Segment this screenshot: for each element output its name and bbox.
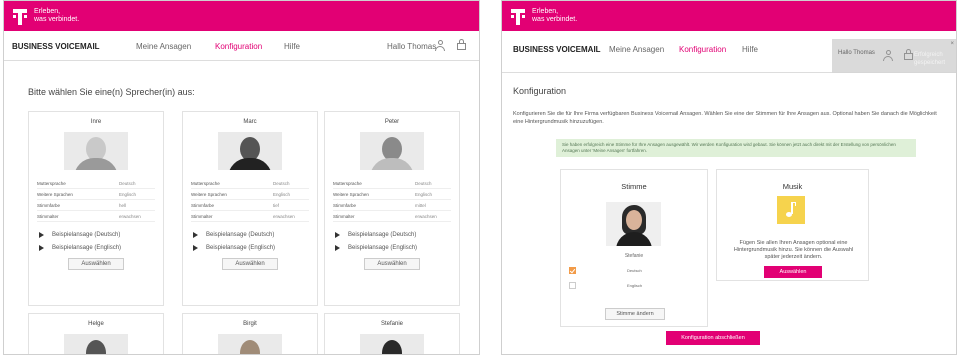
speaker-attributes: Muttersprache Deutsch Weitere Sprachen Eng…: [37, 178, 155, 222]
language-checkbox-en[interactable]: [569, 282, 576, 289]
telekom-logo-icon[interactable]: [13, 6, 27, 26]
telekom-logo-icon[interactable]: [511, 6, 525, 26]
right-screen: Erleben, was verbindet. BUSINESS VOICEMA…: [501, 0, 957, 355]
speaker-card: Peter Muttersprache Deutsch Weitere Sprac…: [324, 111, 460, 306]
app-name[interactable]: BUSINESS VOICEMAIL: [513, 45, 601, 54]
attr-row: Muttersprache Deutsch: [37, 178, 155, 189]
attr-row: Stimmfarbe mittel: [333, 200, 451, 211]
nav-hilfe[interactable]: Hilfe: [742, 45, 758, 54]
lock-icon[interactable]: [457, 39, 466, 50]
attr-row: Muttersprache Deutsch: [191, 178, 309, 189]
speaker-name: Helge: [88, 321, 104, 327]
speaker-photo: [64, 334, 128, 354]
notification-toast: Hallo Thomas Erfolgreich gespeichert ×: [832, 39, 956, 73]
page-title: Konfiguration: [513, 86, 567, 96]
attr-row: Weitere Sprachen Englisch: [37, 189, 155, 200]
language-checkbox-de[interactable]: [569, 267, 576, 274]
speaker-name: Stefanie: [380, 321, 404, 327]
slogan: Erleben, was verbindet.: [34, 8, 79, 24]
play-icon[interactable]: [39, 231, 44, 238]
page-description: Konfigurieren Sie die für Ihre Firma ver…: [513, 111, 937, 125]
user-icon[interactable]: [435, 40, 445, 51]
nav-meine-ansagen[interactable]: Meine Ansagen: [609, 45, 664, 54]
sample-de[interactable]: Beispielansage (Deutsch): [193, 228, 317, 241]
speaker-photo: [606, 202, 661, 246]
select-music-button[interactable]: Auswählen: [764, 266, 822, 278]
speaker-attributes: Muttersprache Deutsch Weitere Sprachen Eng…: [191, 178, 309, 222]
attr-row: Weitere Sprachen Englisch: [333, 189, 451, 200]
nav-hilfe[interactable]: Hilfe: [284, 42, 300, 51]
speaker-name: Birgit: [243, 321, 257, 327]
sample-de[interactable]: Beispielansage (Deutsch): [39, 228, 163, 241]
speaker-card: Stefanie: [324, 313, 460, 354]
sample-en[interactable]: Beispielansage (Englisch): [193, 241, 317, 254]
user-icon[interactable]: [883, 50, 893, 61]
slogan-line-1: Erleben,: [532, 8, 559, 15]
speaker-photo: [64, 132, 128, 170]
speaker-card: Helge: [28, 313, 164, 354]
sample-de[interactable]: Beispielansage (Deutsch): [335, 228, 459, 241]
app-name[interactable]: BUSINESS VOICEMAIL: [12, 42, 100, 51]
speaker-name: Peter: [384, 119, 400, 125]
attr-row: Stimmfarbe tief: [191, 200, 309, 211]
music-description: Fügen Sie allen Ihren Ansagen optional e…: [733, 240, 854, 260]
nav-konfiguration[interactable]: Konfiguration: [679, 45, 726, 54]
attr-row: Stimmalter erwachsen: [37, 211, 155, 222]
speaker-name: Marc: [243, 119, 257, 125]
speaker-heading: Bitte wählen Sie eine(n) Sprecher(in) au…: [28, 87, 195, 97]
select-speaker-button[interactable]: Auswählen: [364, 258, 420, 270]
sample-en[interactable]: Beispielansage (Englisch): [335, 241, 459, 254]
select-speaker-button[interactable]: Auswählen: [68, 258, 124, 270]
voice-box-title: Stimme: [621, 182, 647, 191]
lock-icon[interactable]: [904, 49, 913, 60]
sample-en[interactable]: Beispielansage (Englisch): [39, 241, 163, 254]
finish-configuration-button[interactable]: Konfiguration abschließen: [666, 331, 760, 345]
language-label-de: Deutsch: [627, 268, 642, 273]
play-icon[interactable]: [193, 231, 198, 238]
attr-row: Stimmfarbe hell: [37, 200, 155, 211]
close-icon[interactable]: ×: [950, 41, 954, 47]
attr-row: Stimmalter erwachsen: [191, 211, 309, 222]
brand-bar: Erleben, was verbindet.: [502, 1, 956, 31]
speaker-attributes: Muttersprache Deutsch Weitere Sprachen Eng…: [333, 178, 451, 222]
speaker-card: Inre Muttersprache Deutsch Weitere Sprach…: [28, 111, 164, 306]
voice-box: Stimme Stefanie Deutsch Englisch Stimme …: [560, 169, 708, 327]
speaker-name: Inre: [90, 119, 102, 125]
play-icon[interactable]: [193, 244, 198, 251]
change-voice-button[interactable]: Stimme ändern: [605, 308, 665, 320]
play-icon[interactable]: [39, 244, 44, 251]
speaker-photo: [360, 334, 424, 354]
select-speaker-button[interactable]: Auswählen: [222, 258, 278, 270]
play-icon[interactable]: [335, 244, 340, 251]
speaker-card: Birgit: [182, 313, 318, 354]
attr-row: Muttersprache Deutsch: [333, 178, 451, 189]
nav-meine-ansagen[interactable]: Meine Ansagen: [136, 42, 191, 51]
toast-message: Erfolgreich gespeichert: [914, 52, 946, 66]
slogan: Erleben, was verbindet.: [532, 8, 577, 24]
attr-row: Weitere Sprachen Englisch: [191, 189, 309, 200]
slogan-line-2: was verbindet.: [34, 16, 80, 23]
slogan-line-1: Erleben,: [34, 8, 61, 15]
top-nav: BUSINESS VOICEMAIL Meine Ansagen Konfigu…: [4, 31, 479, 61]
slogan-line-2: was verbindet.: [532, 16, 578, 23]
selected-speaker-name: Stefanie: [624, 253, 644, 259]
speaker-photo: [218, 132, 282, 170]
user-greeting: Hallo Thomas: [387, 42, 437, 51]
speaker-photo: [360, 132, 424, 170]
play-icon[interactable]: [335, 231, 340, 238]
attr-row: Stimmalter erwachsen: [333, 211, 451, 222]
speaker-photo: [218, 334, 282, 354]
language-label-en: Englisch: [627, 283, 643, 288]
success-notice: Sie haben erfolgreich eine Stimme für Ih…: [556, 139, 916, 157]
nav-konfiguration[interactable]: Konfiguration: [215, 42, 262, 51]
left-screen: Erleben, was verbindet. BUSINESS VOICEMA…: [3, 0, 480, 355]
music-box-title: Musik: [782, 182, 803, 191]
music-note-icon: [777, 196, 805, 224]
speaker-card: Marc Muttersprache Deutsch Weitere Sprach…: [182, 111, 318, 306]
music-box: Musik Fügen Sie allen Ihren Ansagen opti…: [716, 169, 869, 281]
brand-bar: Erleben, was verbindet.: [4, 1, 479, 31]
toast-greeting: Hallo Thomas: [838, 50, 875, 56]
